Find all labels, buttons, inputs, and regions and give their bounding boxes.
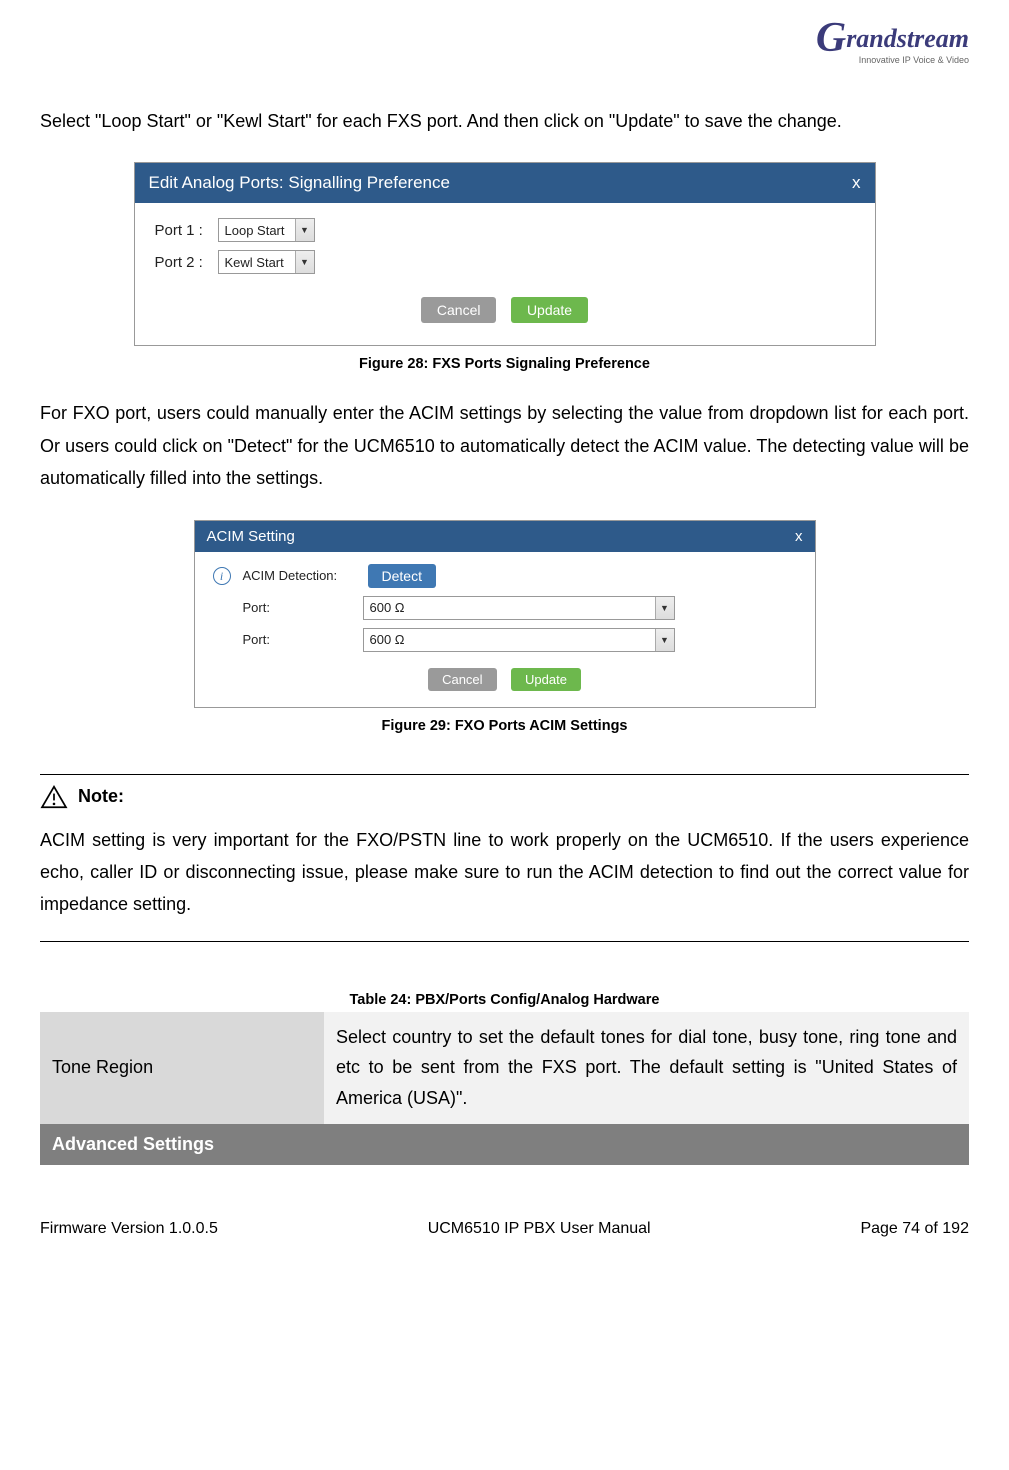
table-24-caption: Table 24: PBX/Ports Config/Analog Hardwa… bbox=[40, 992, 969, 1008]
footer-right: Page 74 of 192 bbox=[860, 1220, 969, 1238]
paragraph-intro-fxo: For FXO port, users could manually enter… bbox=[40, 397, 969, 494]
dialog-title: Edit Analog Ports: Signalling Preference bbox=[149, 173, 450, 193]
port1-select[interactable]: Loop Start ▼ bbox=[218, 218, 315, 242]
dialog-title: ACIM Setting bbox=[207, 528, 295, 545]
port2-select[interactable]: Kewl Start ▼ bbox=[218, 250, 315, 274]
note-body: ACIM setting is very important for the F… bbox=[40, 824, 969, 921]
port-acim-value-1: 600 Ω bbox=[364, 600, 655, 615]
update-button[interactable]: Update bbox=[511, 668, 581, 691]
logo-initial: G bbox=[816, 15, 846, 61]
footer-mid: UCM6510 IP PBX User Manual bbox=[428, 1220, 651, 1238]
port-acim-select-2[interactable]: 600 Ω ▼ bbox=[363, 628, 675, 652]
port2-value: Kewl Start bbox=[219, 255, 295, 270]
update-button[interactable]: Update bbox=[511, 297, 588, 323]
figure-29-caption: Figure 29: FXO Ports ACIM Settings bbox=[40, 718, 969, 734]
section-title: Advanced Settings bbox=[40, 1124, 969, 1165]
table-row: Tone Region Select country to set the de… bbox=[40, 1012, 969, 1124]
port1-label: Port 1 : bbox=[155, 222, 218, 239]
detect-button[interactable]: Detect bbox=[368, 564, 436, 588]
param-name: Tone Region bbox=[40, 1012, 324, 1124]
paragraph-intro-fxs: Select "Loop Start" or "Kewl Start" for … bbox=[40, 105, 969, 137]
close-icon[interactable]: x bbox=[795, 528, 803, 545]
dialog-fxs-signalling: Edit Analog Ports: Signalling Preference… bbox=[134, 162, 876, 346]
cancel-button[interactable]: Cancel bbox=[421, 297, 497, 323]
chevron-down-icon: ▼ bbox=[295, 219, 314, 241]
table-section-header: Advanced Settings bbox=[40, 1124, 969, 1165]
acim-detection-label: ACIM Detection: bbox=[243, 568, 363, 583]
param-desc: Select country to set the default tones … bbox=[324, 1012, 969, 1124]
page-footer: Firmware Version 1.0.0.5 UCM6510 IP PBX … bbox=[40, 1165, 969, 1253]
config-table: Tone Region Select country to set the de… bbox=[40, 1012, 969, 1165]
dialog-title-bar: ACIM Setting x bbox=[195, 521, 815, 552]
chevron-down-icon: ▼ bbox=[655, 597, 674, 619]
chevron-down-icon: ▼ bbox=[295, 251, 314, 273]
logo-brand: randstream bbox=[846, 24, 969, 53]
note-label: Note: bbox=[78, 786, 124, 807]
warning-icon bbox=[40, 785, 68, 809]
chevron-down-icon: ▼ bbox=[655, 629, 674, 651]
port-label: Port: bbox=[243, 632, 363, 647]
divider bbox=[40, 941, 969, 942]
dialog-title-bar: Edit Analog Ports: Signalling Preference… bbox=[135, 163, 875, 203]
divider bbox=[40, 774, 969, 775]
port2-label: Port 2 : bbox=[155, 254, 218, 271]
page-header: Grandstream Innovative IP Voice & Video bbox=[40, 0, 969, 105]
close-icon[interactable]: x bbox=[852, 173, 861, 193]
port-acim-select-1[interactable]: 600 Ω ▼ bbox=[363, 596, 675, 620]
port1-value: Loop Start bbox=[219, 223, 295, 238]
dialog-acim-setting: ACIM Setting x i ACIM Detection: Detect … bbox=[194, 520, 816, 708]
note-heading: Note: bbox=[40, 785, 969, 809]
port-label: Port: bbox=[243, 600, 363, 615]
info-icon: i bbox=[213, 567, 231, 585]
footer-left: Firmware Version 1.0.0.5 bbox=[40, 1220, 218, 1238]
port-acim-value-2: 600 Ω bbox=[364, 632, 655, 647]
figure-28-caption: Figure 28: FXS Ports Signaling Preferenc… bbox=[40, 356, 969, 372]
brand-logo: Grandstream Innovative IP Voice & Video bbox=[769, 10, 969, 80]
logo-tagline: Innovative IP Voice & Video bbox=[769, 55, 969, 65]
cancel-button[interactable]: Cancel bbox=[428, 668, 496, 691]
